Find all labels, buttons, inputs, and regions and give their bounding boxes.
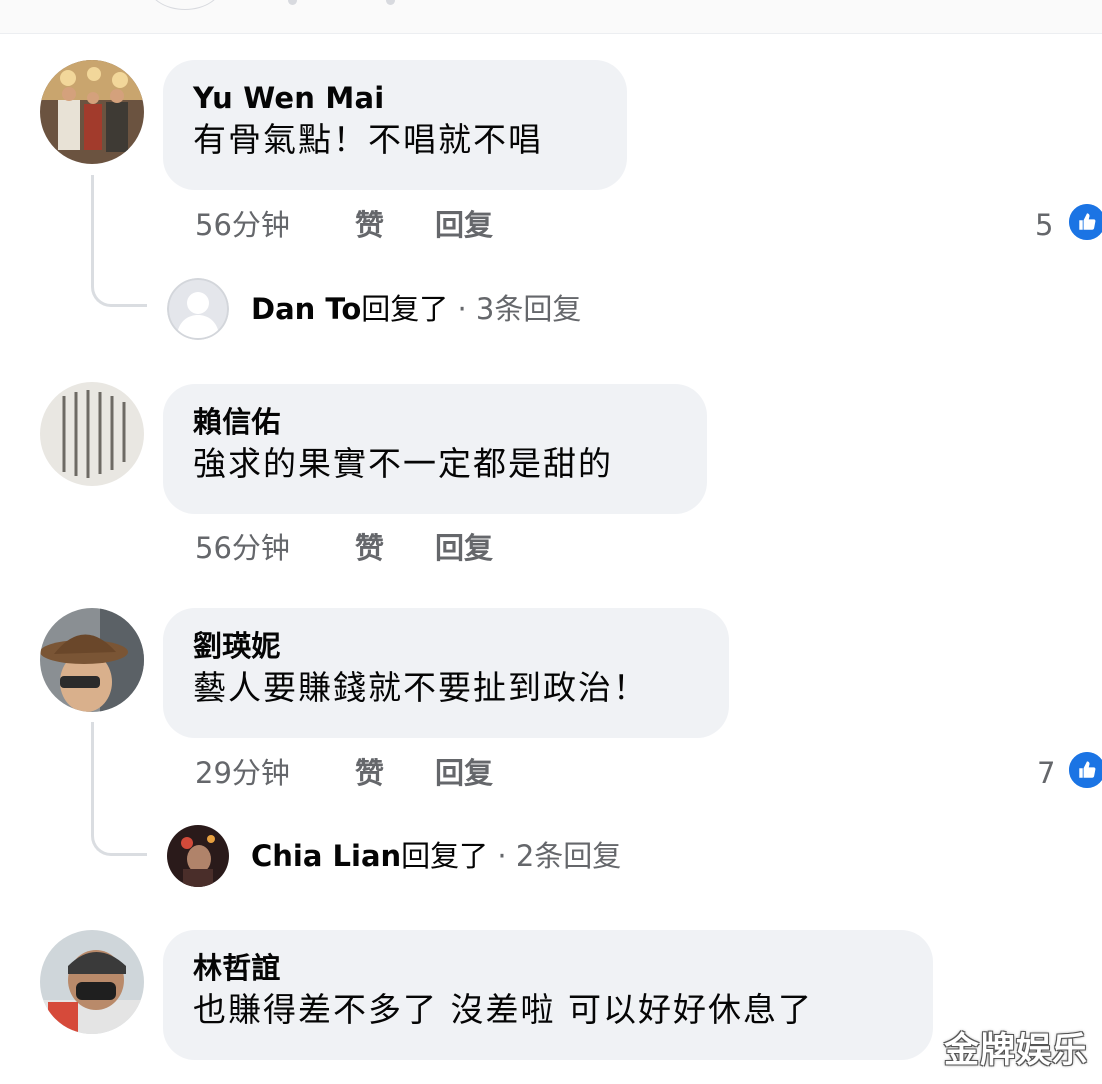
comment-time[interactable]: 56分钟 — [195, 530, 290, 566]
thread-line — [91, 175, 147, 307]
reply-button[interactable]: 回复 — [435, 207, 493, 243]
comment-author[interactable]: 賴信佑 — [193, 404, 677, 440]
reply-author[interactable]: Chia Lian — [251, 839, 401, 873]
reply-author[interactable]: Dan To — [251, 292, 361, 326]
replies-preview-text[interactable]: Chia Lian回复了 · 2条回复 — [251, 837, 621, 875]
like-button[interactable]: 赞 — [355, 530, 384, 566]
like-button[interactable]: 赞 — [355, 755, 384, 791]
like-button[interactable]: 赞 — [355, 207, 384, 243]
top-circle-cutoff — [148, 0, 222, 10]
comment-author[interactable]: 林哲誼 — [193, 950, 903, 986]
thumbs-up-icon[interactable] — [1066, 749, 1102, 791]
comment-text: 強求的果實不一定都是甜的 — [193, 444, 613, 483]
comment-meta-cutoff — [195, 1072, 499, 1084]
comment-avatar-yu-wen-mai[interactable] — [40, 60, 144, 164]
reply-suffix: 回复了 — [361, 292, 449, 326]
replies-preview[interactable]: Dan To回复了 · 3条回复 — [167, 278, 687, 340]
replies-preview[interactable]: Chia Lian回复了 · 2条回复 — [167, 825, 727, 887]
comment-meta: 29分钟 赞 回复 — [195, 755, 595, 791]
reply-button[interactable]: 回复 — [435, 755, 493, 791]
comment-avatar-lin-zhe-yi[interactable] — [40, 930, 144, 1034]
comment-meta: 56分钟 赞 回复 — [195, 530, 595, 566]
comment-meta: 56分钟 赞 回复 — [195, 207, 595, 243]
comment-bubble: 林哲誼 也賺得差不多了 沒差啦 可以好好休息了 — [163, 930, 933, 1060]
reply-avatar-chia-lian — [167, 825, 229, 887]
reply-suffix: 回复了 — [401, 839, 489, 873]
reply-count[interactable]: · 2条回复 — [497, 839, 621, 873]
comment-time[interactable]: 29分钟 — [195, 755, 290, 791]
top-dot-cutoff — [288, 0, 297, 5]
reply-count[interactable]: · 3条回复 — [457, 292, 581, 326]
watermark: 金牌娱乐 — [944, 1031, 1089, 1071]
default-avatar-icon — [167, 278, 229, 340]
reaction-count[interactable]: 5 — [1035, 207, 1053, 243]
reply-button[interactable]: 回复 — [435, 530, 493, 566]
top-bar-cutoff — [0, 0, 1102, 34]
comment-bubble: Yu Wen Mai 有骨氣點！不唱就不唱 — [163, 60, 627, 190]
reaction-count[interactable]: 7 — [1037, 755, 1055, 791]
comment-text: 藝人要賺錢就不要扯到政治！ — [193, 668, 648, 707]
thumbs-up-icon[interactable] — [1066, 201, 1102, 243]
replies-preview-text[interactable]: Dan To回复了 · 3条回复 — [251, 290, 581, 328]
comment-text: 有骨氣點！不唱就不唱 — [193, 120, 543, 159]
comment-author[interactable]: 劉瑛妮 — [193, 628, 699, 664]
comment-bubble: 劉瑛妮 藝人要賺錢就不要扯到政治！ — [163, 608, 729, 738]
top-dot-cutoff — [386, 0, 395, 5]
comment-time[interactable]: 56分钟 — [195, 207, 290, 243]
comment-text: 也賺得差不多了 沒差啦 可以好好休息了 — [193, 990, 813, 1029]
comment-author[interactable]: Yu Wen Mai — [193, 80, 597, 116]
thread-line — [91, 722, 147, 856]
comment-avatar-liu-ying-ni[interactable] — [40, 608, 144, 712]
comment-bubble: 賴信佑 強求的果實不一定都是甜的 — [163, 384, 707, 514]
comment-avatar-lai-xin-you[interactable] — [40, 382, 144, 486]
